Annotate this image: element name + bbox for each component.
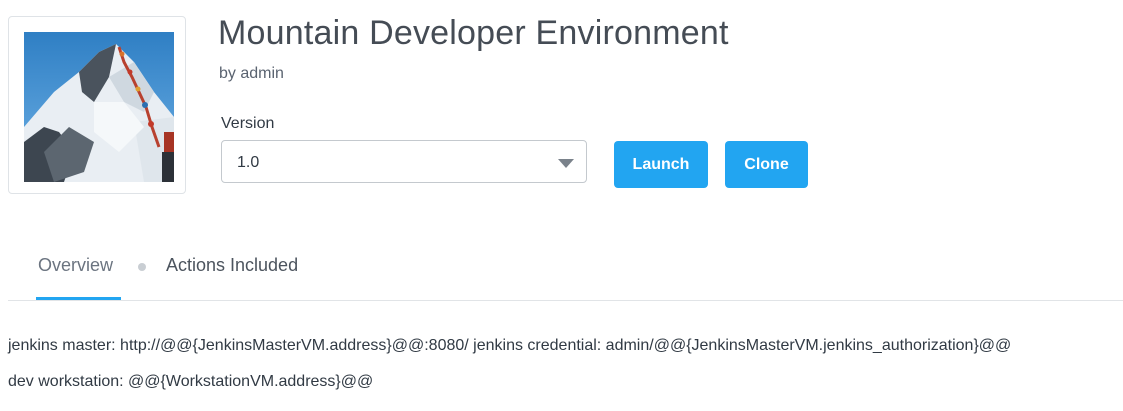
blueprint-author: by admin: [219, 65, 284, 82]
mountain-climbers-image: [24, 32, 174, 182]
tab-separator-dot: [138, 263, 146, 271]
tab-actions-included[interactable]: Actions Included: [166, 255, 298, 276]
version-selected-value: 1.0: [237, 154, 260, 171]
description-line: jenkins master: http://@@{JenkinsMasterV…: [8, 337, 1012, 354]
tabs-divider: [8, 300, 1123, 301]
clone-button[interactable]: Clone: [725, 141, 808, 188]
version-select[interactable]: 1.0: [221, 140, 587, 183]
tab-overview[interactable]: Overview: [38, 255, 113, 276]
chevron-down-icon: [558, 159, 574, 168]
description-line: dev workstation: @@{WorkstationVM.addres…: [8, 373, 374, 390]
blueprint-thumbnail: [8, 16, 186, 194]
launch-button[interactable]: Launch: [614, 141, 708, 188]
version-label: Version: [221, 115, 275, 132]
blueprint-title: Mountain Developer Environment: [218, 14, 729, 52]
blueprint-tabs: Overview Actions Included: [0, 240, 1123, 301]
